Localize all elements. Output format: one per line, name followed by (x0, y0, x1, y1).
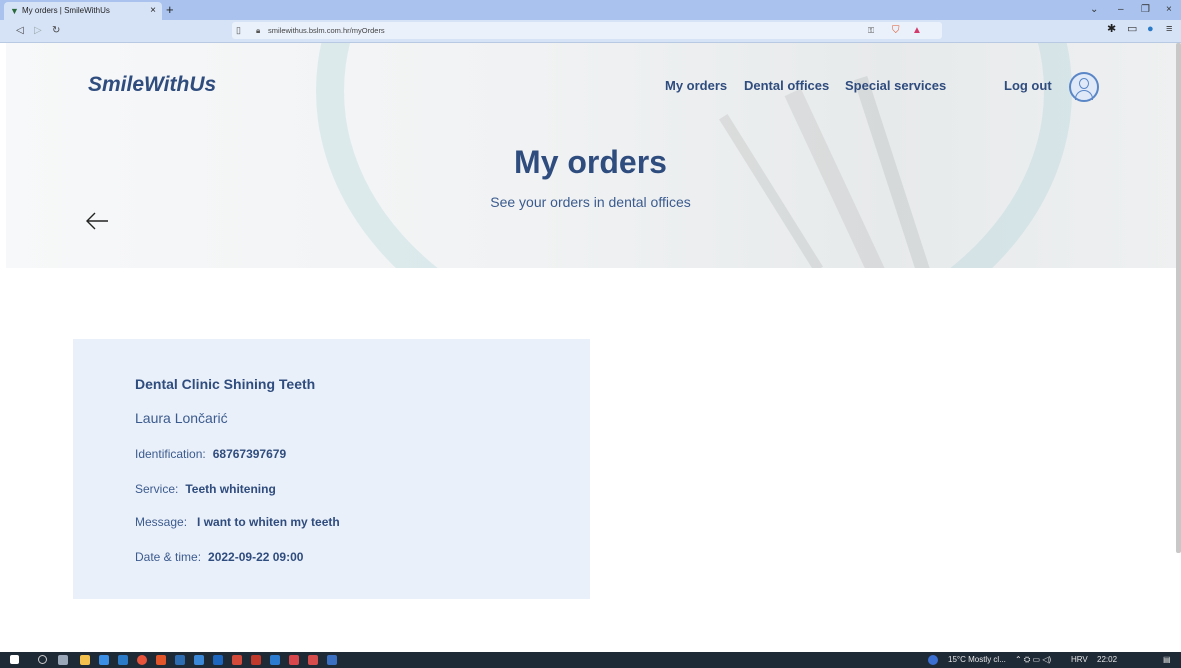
app-icon[interactable] (251, 655, 261, 665)
page-scrollbar[interactable] (1176, 43, 1181, 553)
app-icon[interactable] (232, 655, 242, 665)
address-toolbar: ◁ ▷ ↻ ▯ 🔒︎ smilewithus.bslm.com.hr/myOrd… (0, 20, 1181, 43)
reload-icon[interactable]: ↻ (52, 23, 60, 39)
brave-shield-icon[interactable]: ⛉ (892, 22, 900, 39)
favicon-icon: ▼ (10, 6, 19, 16)
url-text[interactable]: smilewithus.bslm.com.hr/myOrders (268, 22, 385, 39)
order-datetime-row: Date & time: 2022-09-22 09:00 (135, 550, 303, 564)
nav-dental-offices[interactable]: Dental offices (744, 78, 829, 93)
arrow-left-icon[interactable] (84, 208, 110, 234)
brave-icon[interactable] (156, 655, 166, 665)
search-icon[interactable] (38, 655, 47, 664)
order-clinic-name: Dental Clinic Shining Teeth (135, 376, 316, 392)
task-view-icon[interactable] (58, 655, 68, 665)
close-window-icon[interactable]: × (1166, 2, 1172, 18)
weather-icon[interactable] (928, 655, 938, 665)
file-explorer-icon[interactable] (80, 655, 90, 665)
sidebar-icon[interactable]: ▭ (1127, 20, 1137, 38)
back-nav-icon[interactable]: ◁ (16, 23, 24, 39)
app-icon[interactable] (194, 655, 204, 665)
windows-start-icon[interactable] (10, 655, 19, 664)
logout-link[interactable]: Log out (1004, 78, 1052, 93)
field-label: Identification: (135, 447, 206, 461)
field-value: I want to whiten my teeth (197, 515, 340, 529)
order-card: Dental Clinic Shining Teeth Laura Lončar… (73, 339, 590, 599)
field-label: Date & time: (135, 550, 202, 564)
browser-tab-strip: ▼ My orders | SmileWithUs × + ⌄ – ❐ × (0, 0, 1181, 20)
extensions-icon[interactable]: ✱ (1107, 20, 1116, 38)
menu-icon[interactable]: ≡ (1166, 20, 1172, 38)
mail-icon[interactable] (118, 655, 128, 665)
restore-icon[interactable]: ❐ (1141, 2, 1150, 18)
order-service-row: Service: Teeth whitening (135, 482, 276, 496)
tab-search-icon[interactable]: ⌄ (1090, 2, 1098, 18)
app-icon[interactable] (289, 655, 299, 665)
field-value: Teeth whitening (185, 482, 276, 496)
profile-icon[interactable]: ● (1147, 20, 1154, 38)
clock[interactable]: 22:02 (1097, 654, 1117, 666)
brave-rewards-icon[interactable]: ▲ (912, 22, 922, 39)
field-value: 2022-09-22 09:00 (208, 550, 304, 564)
nav-special-services[interactable]: Special services (845, 78, 946, 93)
tab-title: My orders | SmileWithUs (22, 6, 110, 15)
field-label: Service: (135, 482, 179, 496)
system-tray-icons[interactable]: ⌃ ⛭ ▭ ◁) (1015, 654, 1051, 666)
app-icon[interactable] (175, 655, 185, 665)
chrome-icon[interactable] (137, 655, 147, 665)
language-indicator[interactable]: HRV (1071, 654, 1088, 666)
app-icon[interactable] (327, 655, 337, 665)
store-icon[interactable] (99, 655, 109, 665)
new-tab-button[interactable]: + (166, 1, 174, 19)
notifications-icon[interactable]: ▤ (1163, 654, 1171, 666)
field-label: Message: (135, 515, 188, 529)
os-taskbar: 15°C Mostly cl... ⌃ ⛭ ▭ ◁) HRV 22:02 ▤ (0, 652, 1181, 668)
app-icon[interactable] (213, 655, 223, 665)
page-title: My orders (514, 144, 667, 180)
weather-text[interactable]: 15°C Mostly cl... (948, 654, 1006, 666)
key-icon[interactable]: ⚿ (868, 22, 874, 39)
lock-icon: 🔒︎ (256, 26, 261, 35)
brand-logo[interactable]: SmileWithUs (88, 73, 216, 97)
forward-nav-icon[interactable]: ▷ (34, 23, 42, 39)
order-patient-name: Laura Lončarić (135, 410, 228, 426)
nav-my-orders[interactable]: My orders (665, 78, 727, 93)
user-avatar-icon[interactable] (1069, 72, 1099, 102)
field-value: 68767397679 (212, 447, 287, 461)
browser-tab[interactable]: ▼ My orders | SmileWithUs × (4, 2, 162, 20)
minimize-icon[interactable]: – (1118, 2, 1124, 18)
tab-close-icon[interactable]: × (150, 2, 156, 20)
app-icon[interactable] (308, 655, 318, 665)
order-message-row: Message: I want to whiten my teeth (135, 515, 340, 529)
url-bar[interactable]: ▯ 🔒︎ smilewithus.bslm.com.hr/myOrders ⚿ … (232, 22, 942, 39)
order-identification-row: Identification: 68767397679 (135, 447, 286, 461)
page-subtitle: See your orders in dental offices (490, 194, 691, 210)
bookmark-icon[interactable]: ▯ (236, 22, 241, 39)
vscode-icon[interactable] (270, 655, 280, 665)
